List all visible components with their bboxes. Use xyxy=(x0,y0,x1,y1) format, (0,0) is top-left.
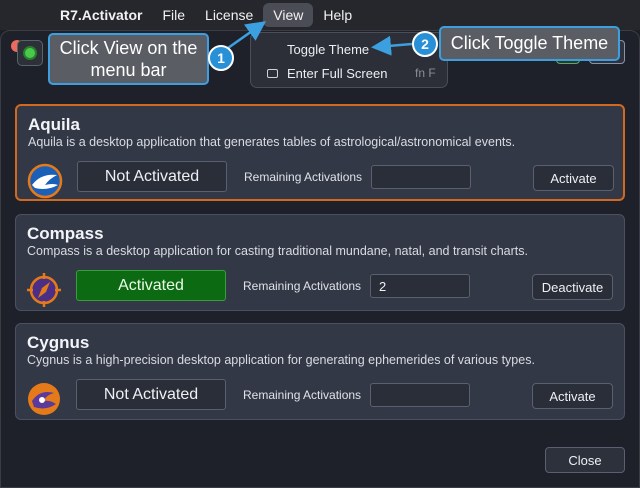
menu-item-label: Toggle Theme xyxy=(287,41,370,57)
menu-view[interactable]: View xyxy=(263,3,314,27)
callout-step-1: Click View on the menu bar xyxy=(48,33,209,85)
product-title: Compass xyxy=(27,224,104,243)
activation-status: Not Activated xyxy=(76,379,226,410)
remaining-activations-label: Remaining Activations xyxy=(243,388,362,402)
product-card-aquila[interactable]: Aquila Aquila is a desktop application t… xyxy=(15,104,625,201)
activate-button[interactable]: Activate xyxy=(533,165,614,191)
product-description: Aquila is a desktop application that gen… xyxy=(28,135,516,149)
fullscreen-icon xyxy=(267,68,278,78)
activation-status: Activated xyxy=(76,270,226,301)
product-card-cygnus[interactable]: Cygnus Cygnus is a high-precision deskto… xyxy=(15,323,625,420)
menu-item-shortcut: fn F xyxy=(415,66,436,80)
deactivate-button[interactable]: Deactivate xyxy=(532,274,613,300)
remaining-activations-field: 2 xyxy=(370,274,470,298)
aquila-logo-icon xyxy=(27,163,63,199)
menu-license[interactable]: License xyxy=(195,3,263,27)
remaining-activations-field xyxy=(370,383,470,407)
menu-item-enter-full-screen[interactable]: Enter Full Screen fn F xyxy=(251,61,449,85)
close-button[interactable]: Close xyxy=(545,447,625,473)
step-number-badge: 1 xyxy=(208,45,234,71)
compass-logo-icon xyxy=(27,273,61,307)
activation-status: Not Activated xyxy=(77,161,227,192)
product-card-compass[interactable]: Compass Compass is a desktop application… xyxy=(15,214,625,311)
remaining-activations-field xyxy=(371,165,471,189)
product-title: Cygnus xyxy=(27,333,90,352)
menu-file[interactable]: File xyxy=(152,3,195,27)
menu-item-label: Enter Full Screen xyxy=(287,65,388,81)
product-description: Cygnus is a high-precision desktop appli… xyxy=(27,353,535,367)
step-number-badge: 2 xyxy=(412,31,438,57)
remaining-activations-label: Remaining Activations xyxy=(243,279,362,293)
product-description: Compass is a desktop application for cas… xyxy=(27,244,528,258)
remaining-activations-label: Remaining Activations xyxy=(244,170,363,184)
activate-button[interactable]: Activate xyxy=(532,383,613,409)
menu-app-name[interactable]: R7.Activator xyxy=(50,3,152,27)
product-title: Aquila xyxy=(28,115,80,134)
green-status-icon xyxy=(23,46,37,60)
cygnus-logo-icon xyxy=(28,383,60,415)
status-toggle-button[interactable] xyxy=(17,40,43,66)
callout-step-2: Click Toggle Theme xyxy=(439,26,620,61)
menu-help[interactable]: Help xyxy=(313,3,362,27)
